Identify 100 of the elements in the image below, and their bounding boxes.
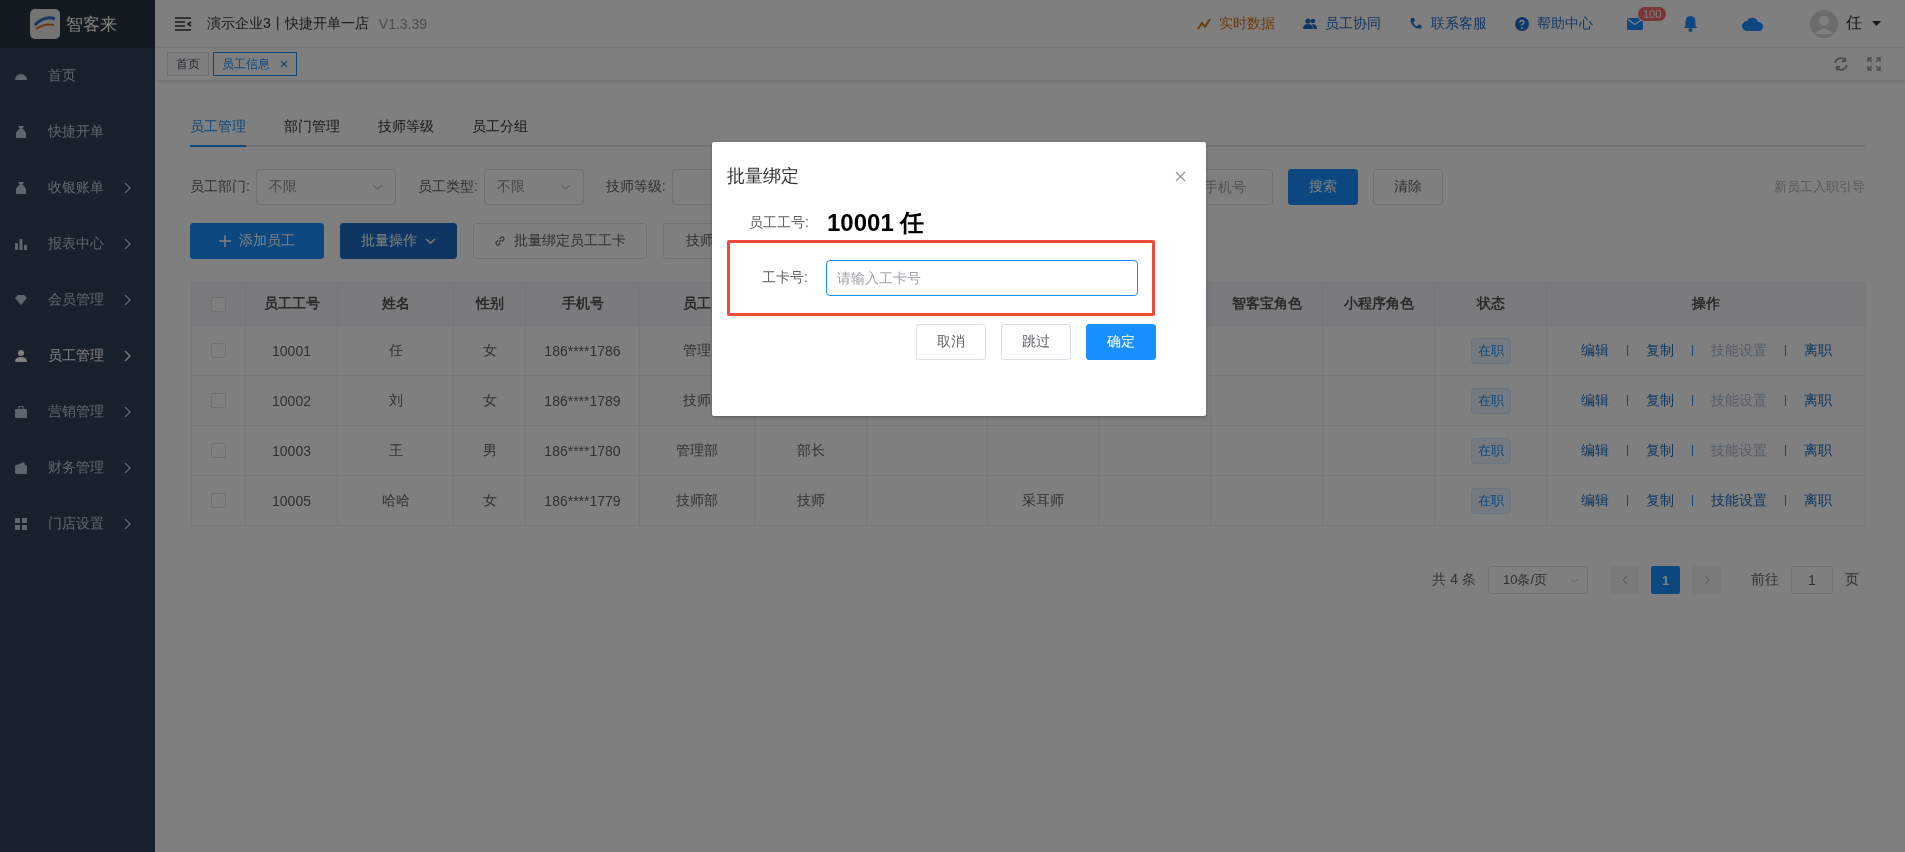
column-header: 状态 bbox=[1435, 283, 1547, 326]
table-cell: 王 bbox=[338, 426, 454, 476]
row-action-link[interactable]: 编辑 bbox=[1580, 341, 1609, 360]
cloud-icon[interactable] bbox=[1742, 16, 1764, 31]
row-action-link[interactable]: 离职 bbox=[1803, 391, 1832, 410]
wallet-icon bbox=[14, 461, 28, 475]
fullscreen-icon[interactable] bbox=[1867, 57, 1881, 71]
table-cell: 186****1789 bbox=[526, 376, 640, 426]
bar-chart-icon bbox=[14, 237, 28, 251]
table-cell: 10003 bbox=[246, 426, 338, 476]
briefcase-icon bbox=[14, 405, 28, 419]
page-tag[interactable]: 首页 bbox=[167, 52, 209, 76]
notification-badge: 100 bbox=[1637, 5, 1668, 22]
line-chart-icon bbox=[1197, 16, 1211, 31]
clear-button[interactable]: 清除 bbox=[1372, 169, 1443, 205]
person-icon bbox=[14, 349, 28, 363]
chevron-left-icon bbox=[1621, 575, 1628, 585]
row-action-link[interactable]: 编辑 bbox=[1580, 491, 1609, 510]
dialog-button[interactable]: 跳过 bbox=[1001, 324, 1071, 360]
sidebar-item[interactable]: 员工管理 bbox=[0, 328, 155, 384]
page-tab[interactable]: 员工分组 bbox=[472, 118, 528, 147]
link-icon bbox=[494, 235, 506, 247]
sidebar-item[interactable]: 首页 bbox=[0, 48, 155, 104]
status-tag: 在职 bbox=[1470, 487, 1511, 514]
row-action-link[interactable]: 离职 bbox=[1803, 441, 1832, 460]
user-name[interactable]: 任 bbox=[1846, 13, 1862, 34]
brand-name: 智客来 bbox=[66, 13, 117, 36]
sidebar-item[interactable]: 报表中心 bbox=[0, 216, 155, 272]
row-action-link[interactable]: 复制 bbox=[1645, 391, 1674, 410]
table-cell: 采耳师 bbox=[988, 476, 1099, 526]
column-header: 性别 bbox=[454, 283, 526, 326]
table-cell: 186****1786 bbox=[526, 326, 640, 376]
page-tab[interactable]: 部门管理 bbox=[284, 118, 340, 147]
bell-icon[interactable] bbox=[1683, 15, 1698, 32]
row-action-link[interactable]: 编辑 bbox=[1580, 391, 1609, 410]
table-cell: 任 bbox=[338, 326, 454, 376]
page-size-select[interactable]: 10条/页 bbox=[1488, 566, 1588, 594]
chevron-icon bbox=[371, 184, 383, 190]
sidebar-item[interactable]: 门店设置 bbox=[0, 496, 155, 552]
table-cell: 管理部 bbox=[640, 426, 755, 476]
sidebar-item[interactable]: 快捷开单 bbox=[0, 104, 155, 160]
money-bag-icon bbox=[14, 181, 28, 195]
row-action-link[interactable]: 离职 bbox=[1803, 341, 1832, 360]
sidebar-item[interactable]: 会员管理 bbox=[0, 272, 155, 328]
row-action-link[interactable]: 复制 bbox=[1645, 341, 1674, 360]
table-cell: 部长 bbox=[755, 426, 867, 476]
page-tag[interactable]: 员工信息 bbox=[213, 52, 297, 76]
column-header: 操作 bbox=[1547, 283, 1866, 326]
header-link[interactable]: 员工协同 bbox=[1303, 14, 1381, 33]
search-button[interactable]: 搜索 bbox=[1287, 169, 1358, 205]
employee-number-label: 员工工号: bbox=[748, 214, 810, 232]
row-action-link[interactable]: 复制 bbox=[1645, 441, 1674, 460]
sidebar-item[interactable]: 营销管理 bbox=[0, 384, 155, 440]
status-tag: 在职 bbox=[1470, 387, 1511, 414]
toolbar-button[interactable]: 批量绑定员工工卡 bbox=[473, 223, 647, 259]
people-icon bbox=[1303, 16, 1317, 31]
refresh-icon[interactable] bbox=[1833, 57, 1849, 71]
dialog-button[interactable]: 确定 bbox=[1086, 324, 1156, 360]
caret-icon[interactable] bbox=[1872, 21, 1881, 26]
mail-icon[interactable] bbox=[1627, 17, 1643, 30]
next-page-button[interactable] bbox=[1692, 566, 1721, 594]
header-link[interactable]: 联系客服 bbox=[1409, 14, 1487, 33]
diamond-icon bbox=[14, 293, 28, 307]
chevron-icon bbox=[1570, 577, 1579, 583]
row-action-link[interactable]: 技能设置 bbox=[1710, 491, 1767, 510]
header-link[interactable]: 实时数据 bbox=[1197, 14, 1275, 33]
table-cell: 哈哈 bbox=[338, 476, 454, 526]
goto-page-field[interactable]: 1 bbox=[1791, 566, 1833, 594]
page-tab[interactable]: 员工管理 bbox=[190, 118, 246, 147]
page-number[interactable]: 1 bbox=[1651, 566, 1680, 594]
page-suffix: 页 bbox=[1845, 571, 1859, 589]
dialog-button[interactable]: 取消 bbox=[916, 324, 986, 360]
row-action-link[interactable]: 离职 bbox=[1803, 491, 1832, 510]
filter-label: 员工类型: bbox=[417, 178, 478, 196]
plus-icon bbox=[219, 235, 231, 247]
filter-label: 技师等级: bbox=[605, 178, 666, 196]
table-cell: 女 bbox=[454, 376, 526, 426]
table-cell: 10005 bbox=[246, 476, 338, 526]
column-header: 手机号 bbox=[526, 283, 640, 326]
sidebar-item[interactable]: 收银账单 bbox=[0, 160, 155, 216]
sidebar-item[interactable]: 财务管理 bbox=[0, 440, 155, 496]
close-icon[interactable] bbox=[1175, 170, 1186, 182]
table-cell: 186****1779 bbox=[526, 476, 640, 526]
money-bag-icon bbox=[14, 125, 28, 139]
store-title: 演示企业3丨快捷开单一店 bbox=[207, 14, 369, 33]
page-tab[interactable]: 技师等级 bbox=[378, 118, 434, 147]
toolbar-button[interactable]: 添加员工 bbox=[190, 223, 324, 259]
column-header: 小程序角色 bbox=[1323, 283, 1435, 326]
card-number-field[interactable]: 请输入工卡号 bbox=[826, 260, 1138, 296]
table-cell: 女 bbox=[454, 476, 526, 526]
header-link[interactable]: 帮助中心 bbox=[1515, 14, 1593, 33]
toolbar-button[interactable]: 批量操作 bbox=[340, 223, 457, 259]
menu-icon[interactable] bbox=[175, 16, 193, 31]
prev-page-button[interactable] bbox=[1610, 566, 1639, 594]
row-action-link[interactable]: 复制 bbox=[1645, 491, 1674, 510]
column-header: 姓名 bbox=[338, 283, 454, 326]
row-action-link[interactable]: 编辑 bbox=[1580, 441, 1609, 460]
chevron-icon bbox=[425, 238, 436, 244]
close-icon[interactable] bbox=[280, 60, 288, 68]
filter-label: 员工部门: bbox=[190, 178, 250, 196]
